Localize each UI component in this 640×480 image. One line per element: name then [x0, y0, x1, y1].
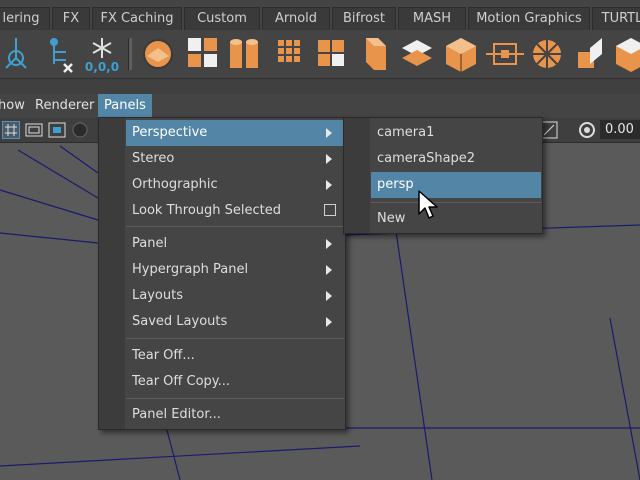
shelf-tab-arnold[interactable]: Arnold [262, 7, 330, 30]
menu-item-label: Layouts [132, 288, 183, 303]
shelf-tab-rendering[interactable]: lering [0, 7, 50, 30]
menu-panels[interactable]: Panels [98, 94, 152, 118]
menu-item-label: Tear Off... [132, 348, 195, 363]
wheel-icon[interactable] [528, 34, 566, 74]
menu-item-panel-editor[interactable]: Panel Editor... [126, 402, 344, 428]
menu-item-label: Saved Layouts [132, 314, 228, 329]
menu-item-label: Look Through Selected [132, 203, 281, 218]
node-connect-icon[interactable] [486, 34, 524, 74]
shelf-divider [128, 38, 132, 70]
mouse-pointer-icon [417, 190, 441, 220]
option-checkbox[interactable] [324, 204, 336, 216]
submenu-item-new[interactable]: New [371, 206, 541, 232]
menu-gutter [344, 118, 370, 233]
cube-cut-icon[interactable] [612, 34, 640, 74]
menu-item-stereo[interactable]: Stereo [126, 146, 344, 172]
dot-grid-icon[interactable] [272, 34, 310, 74]
sphere-icon[interactable] [139, 34, 177, 74]
menu-item-look-through-selected[interactable]: Look Through Selected [126, 198, 344, 224]
menu-item-saved-layouts[interactable]: Saved Layouts [126, 309, 344, 335]
menu-item-label: Hypergraph Panel [132, 262, 249, 277]
panels-menu: Perspective Stereo Orthographic Look Thr… [98, 117, 346, 430]
menu-item-label: Perspective [132, 125, 208, 140]
menu-item-tear-off[interactable]: Tear Off... [126, 343, 344, 369]
snowflake-icon[interactable]: 0,0,0 [82, 34, 122, 74]
menu-separator [126, 398, 344, 399]
resolution-gate-icon[interactable] [48, 121, 66, 139]
cubes-grid-icon[interactable] [184, 34, 222, 74]
menu-item-tear-off-copy[interactable]: Tear Off Copy... [126, 369, 344, 395]
snowflake-label: 0,0,0 [85, 60, 119, 74]
grid-toggle-icon[interactable] [2, 121, 20, 139]
cube-stack-icon[interactable] [314, 34, 352, 74]
submenu-item-camerashape2[interactable]: cameraShape2 [371, 146, 541, 172]
cylinder-split-icon[interactable] [226, 34, 264, 74]
pivot-axis-icon[interactable] [2, 34, 40, 74]
submenu-arrow-icon [326, 128, 332, 138]
layers-icon[interactable] [398, 34, 436, 74]
exposure-icon[interactable] [578, 121, 596, 139]
delete-history-icon[interactable] [44, 34, 82, 74]
menu-item-label: Panel [132, 236, 168, 251]
shelf-tab-fx[interactable]: FX [52, 7, 90, 30]
toolbar-gap [0, 79, 640, 94]
shelf-tab-custom[interactable]: Custom [184, 7, 260, 30]
cube-slice-icon[interactable] [572, 34, 610, 74]
submenu-arrow-icon [326, 154, 332, 164]
submenu-arrow-icon [326, 317, 332, 327]
submenu-arrow-icon [326, 180, 332, 190]
shelf-tab-turtle[interactable]: TURTL [592, 7, 640, 30]
menu-separator [371, 202, 541, 203]
menu-item-label: Panel Editor... [132, 407, 221, 422]
menu-separator [126, 226, 344, 227]
submenu-item-persp[interactable]: persp [371, 172, 541, 198]
cube-open-icon[interactable] [442, 34, 480, 74]
panel-menubar: how Renderer Panels [0, 94, 640, 118]
submenu-arrow-icon [326, 265, 332, 275]
shelf-tab-fx-caching[interactable]: FX Caching [92, 7, 182, 30]
box-icon[interactable] [356, 34, 394, 74]
shelf: 0,0,0 [0, 30, 640, 79]
menu-item-hypergraph-panel[interactable]: Hypergraph Panel [126, 257, 344, 283]
menu-item-panel[interactable]: Panel [126, 231, 344, 257]
submenu-item-camera1[interactable]: camera1 [371, 120, 541, 146]
menu-item-layouts[interactable]: Layouts [126, 283, 344, 309]
exposure-value-field[interactable]: 0.00 [600, 120, 640, 139]
menu-show[interactable]: how [0, 94, 25, 118]
menu-item-label: Stereo [132, 151, 175, 166]
shelf-tab-motion-graphics[interactable]: Motion Graphics [468, 7, 590, 30]
perspective-submenu: camera1 cameraShape2 persp New [343, 117, 543, 234]
menu-item-label: Tear Off Copy... [132, 374, 231, 389]
shelf-tab-bifrost[interactable]: Bifrost [332, 7, 396, 30]
shelf-tab-mash[interactable]: MASH [398, 7, 466, 30]
gate-mask-icon[interactable] [71, 121, 89, 139]
menu-renderer[interactable]: Renderer [35, 94, 94, 118]
menu-item-orthographic[interactable]: Orthographic [126, 172, 344, 198]
submenu-arrow-icon [326, 239, 332, 249]
submenu-arrow-icon [326, 291, 332, 301]
shelf-tab-bar: lering FX FX Caching Custom Arnold Bifro… [0, 0, 640, 30]
film-gate-icon[interactable] [25, 121, 43, 139]
menu-item-label: Orthographic [132, 177, 218, 192]
menu-separator [126, 338, 344, 339]
menu-item-perspective[interactable]: Perspective [126, 120, 344, 146]
menu-gutter [99, 118, 125, 429]
